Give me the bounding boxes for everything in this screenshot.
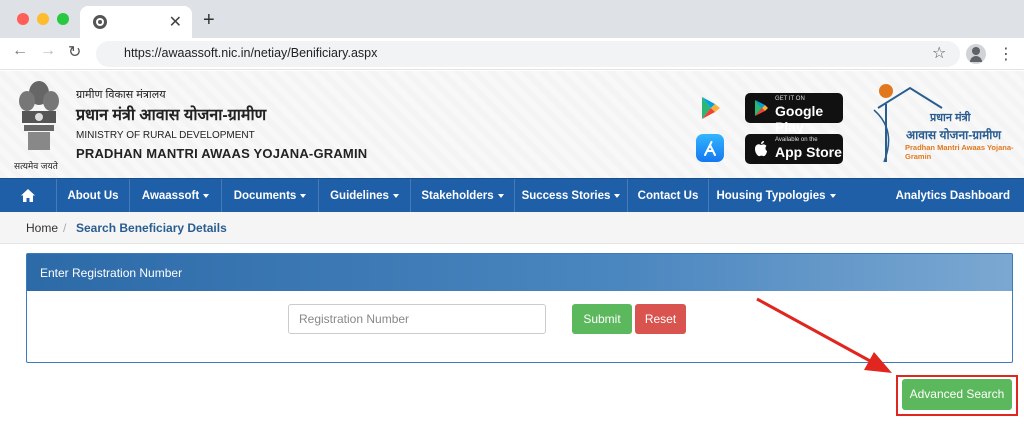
google-play-icon <box>755 100 768 116</box>
nav-guidelines[interactable]: Guidelines <box>319 179 411 213</box>
nav-success-stories[interactable]: Success Stories <box>515 179 628 213</box>
google-play-badge[interactable]: GET IT ON Google Play <box>745 93 843 135</box>
new-tab-button[interactable]: + <box>203 9 215 32</box>
caret-down-icon <box>392 193 399 198</box>
nav-label: Housing Typologies <box>716 190 826 202</box>
tab-close-icon[interactable]: ✕ <box>169 12 182 32</box>
app-store-icon[interactable] <box>696 134 724 162</box>
logo-text-line1: प्रधान मंत्री <box>930 112 971 124</box>
url-text[interactable]: https://awaassoft.nic.in/netiay/Benifici… <box>124 46 377 60</box>
kebab-menu-icon[interactable]: ⋮ <box>998 44 1014 64</box>
search-panel: Enter Registration Number Submit Reset <box>26 253 1013 363</box>
browser-tab-bar: ✕ + <box>0 0 1024 38</box>
back-arrow-icon[interactable]: ← <box>12 42 28 60</box>
caret-down-icon <box>497 193 504 198</box>
nav-contact-us[interactable]: Contact Us <box>628 179 709 213</box>
app-store-small-text: Available on the <box>775 137 818 143</box>
panel-header: Enter Registration Number <box>27 254 1012 291</box>
logo-text-line3: Pradhan Mantri Awaas Yojana-Gramin <box>905 143 1014 161</box>
address-bar[interactable]: https://awaassoft.nic.in/netiay/Benifici… <box>96 41 960 67</box>
google-play-icon[interactable] <box>696 94 724 122</box>
panel-title: Enter Registration Number <box>40 266 183 280</box>
window-controls <box>17 13 69 25</box>
breadcrumb: Home / Search Beneficiary Details <box>0 212 1024 244</box>
advanced-search-button[interactable]: Advanced Search <box>902 379 1012 410</box>
apple-icon <box>755 141 767 157</box>
ministry-name-hindi: ग्रामीण विकास मंत्रालय <box>76 89 166 101</box>
google-play-big-text: Google Play <box>775 103 824 135</box>
submit-button[interactable]: Submit <box>572 304 632 334</box>
nav-label: Stakeholders <box>421 190 494 202</box>
chrome-favicon-icon <box>93 15 107 29</box>
nav-awaassoft[interactable]: Awaassoft <box>130 179 222 213</box>
nav-label: Guidelines <box>330 190 389 202</box>
caret-down-icon <box>614 193 621 198</box>
nav-analytics-dashboard[interactable]: Analytics Dashboard <box>896 179 1010 213</box>
caret-down-icon <box>829 193 836 198</box>
registration-number-input[interactable] <box>288 304 546 334</box>
app-store-big-text: App Store <box>775 144 842 160</box>
app-store-badge[interactable]: Available on the App Store <box>745 134 843 164</box>
breadcrumb-home-link[interactable]: Home <box>26 221 58 235</box>
nav-label: About Us <box>67 190 119 202</box>
nav-documents[interactable]: Documents <box>222 179 319 213</box>
nav-label: Success Stories <box>521 190 611 202</box>
national-emblem-icon <box>19 81 59 150</box>
nav-about-us[interactable]: About Us <box>57 179 130 213</box>
close-window-button[interactable] <box>17 13 29 25</box>
scheme-name-english: PRADHAN MANTRI AWAAS YOJANA-GRAMIN <box>76 146 368 161</box>
star-icon[interactable]: ☆ <box>932 43 946 63</box>
browser-toolbar: ← → ↻ https://awaassoft.nic.in/netiay/Be… <box>0 38 1024 70</box>
emblem-caption: सत्यमेव जयते <box>14 161 58 171</box>
reset-button[interactable]: Reset <box>635 304 686 334</box>
breadcrumb-separator: / <box>63 221 67 235</box>
google-play-small-text: GET IT ON <box>775 96 805 102</box>
nav-stakeholders[interactable]: Stakeholders <box>411 179 515 213</box>
main-navbar: About Us Awaassoft Documents Guidelines … <box>0 178 1024 213</box>
caret-down-icon <box>300 193 307 198</box>
breadcrumb-current: Search Beneficiary Details <box>76 221 227 235</box>
nav-home-button[interactable] <box>0 179 57 213</box>
forward-arrow-icon[interactable]: → <box>40 42 56 60</box>
home-icon <box>21 189 35 202</box>
reload-icon[interactable]: ↻ <box>68 42 81 62</box>
nav-label: Awaassoft <box>141 190 200 202</box>
ministry-name-english: MINISTRY OF RURAL DEVELOPMENT <box>76 130 255 141</box>
scheme-name-hindi: प्रधान मंत्री आवास योजना-ग्रामीण <box>76 107 267 124</box>
logo-text-line2: आवास योजना-ग्रामीण <box>906 128 1002 142</box>
nav-housing-typologies[interactable]: Housing Typologies <box>709 179 843 213</box>
maximize-window-button[interactable] <box>57 13 69 25</box>
caret-down-icon <box>203 193 210 198</box>
browser-tab[interactable]: ✕ <box>80 6 192 38</box>
minimize-window-button[interactable] <box>37 13 49 25</box>
nav-label: Documents <box>233 190 297 202</box>
nav-label: Contact Us <box>637 190 699 202</box>
profile-icon[interactable] <box>966 44 986 64</box>
